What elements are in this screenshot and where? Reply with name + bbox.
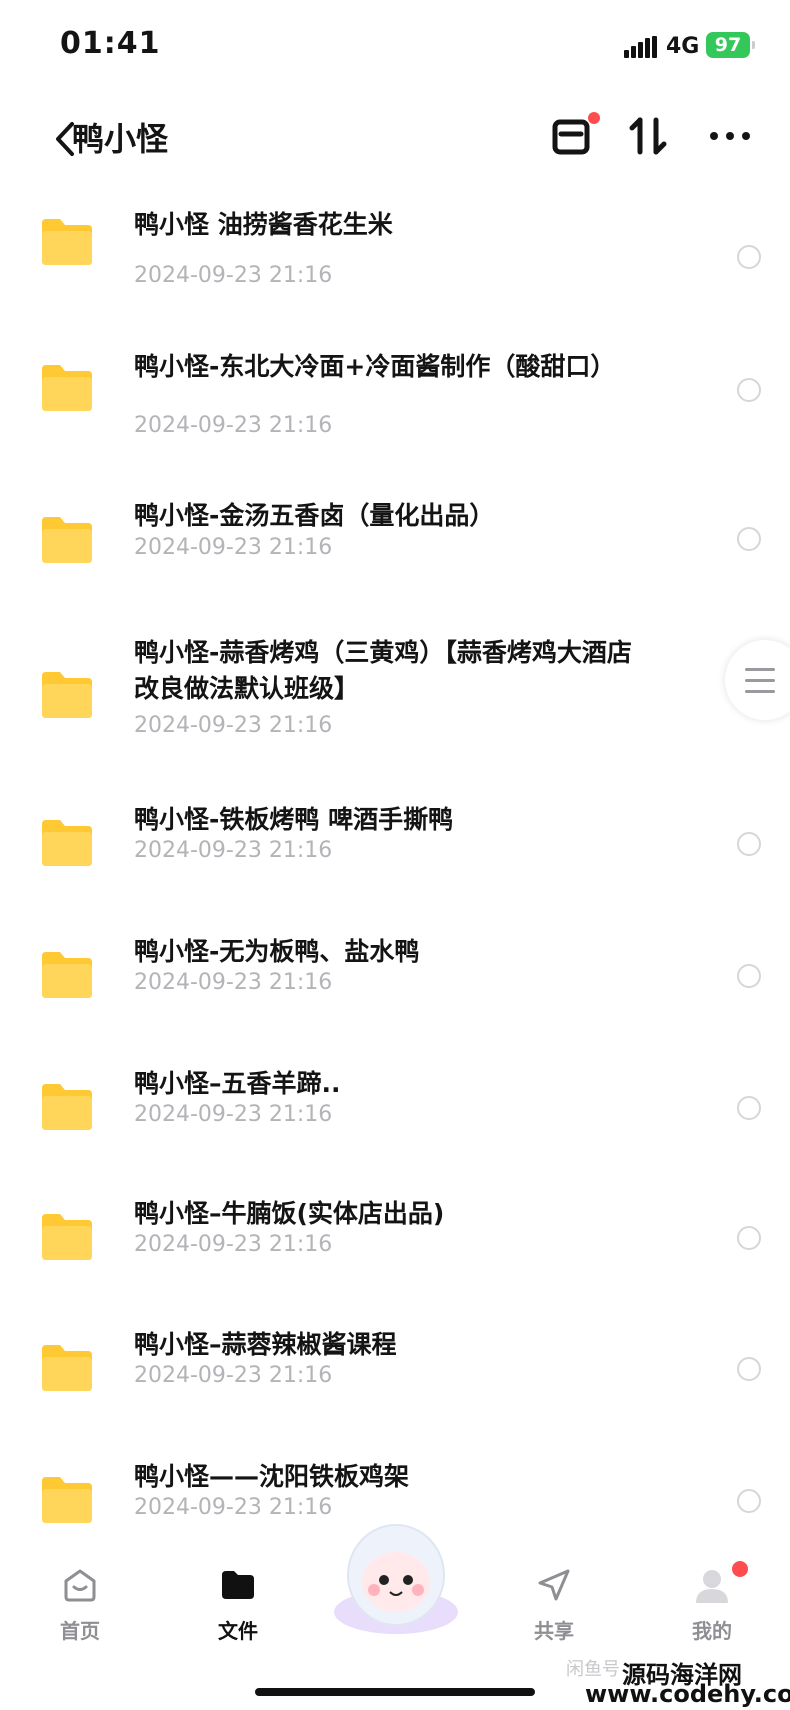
- select-checkbox[interactable]: [737, 964, 761, 988]
- select-checkbox[interactable]: [737, 832, 761, 856]
- file-date: 2024-09-23 21:16: [134, 263, 333, 288]
- select-checkbox[interactable]: [737, 527, 761, 551]
- sort-button[interactable]: [624, 108, 680, 164]
- transfer-list-button[interactable]: [546, 108, 602, 164]
- tab-label: 首页: [60, 1619, 100, 1643]
- nav-bar: 鸭小怪: [0, 100, 790, 180]
- file-name: 鸭小怪-无为板鸭、盐水鸭: [134, 937, 420, 966]
- folder-icon: [42, 219, 92, 265]
- file-name: 鸭小怪-铁板烤鸭 啤酒手撕鸭: [134, 805, 454, 834]
- folder-icon: [222, 1571, 254, 1599]
- file-name: 鸭小怪–五香羊蹄..: [134, 1069, 341, 1098]
- select-checkbox[interactable]: [737, 1357, 761, 1381]
- folder-icon: [42, 1084, 92, 1130]
- list-item[interactable]: 鸭小怪-金汤五香卤（量化出品） 2024-09-23 21:16: [0, 495, 790, 595]
- home-icon: [64, 1569, 96, 1602]
- file-date: 2024-09-23 21:16: [134, 970, 333, 995]
- tab-label: 我的: [692, 1619, 732, 1643]
- folder-icon: [42, 672, 92, 718]
- file-name: 鸭小怪 油捞酱香花生米: [134, 210, 393, 239]
- tab-me[interactable]: 我的: [652, 1545, 772, 1665]
- list-item[interactable]: 鸭小怪-无为板鸭、盐水鸭 2024-09-23 21:16: [0, 930, 790, 1030]
- folder-icon: [42, 1345, 92, 1391]
- more-icon: [710, 132, 750, 140]
- list-item[interactable]: 鸭小怪–五香羊蹄.. 2024-09-23 21:16: [0, 1060, 790, 1160]
- watermark-text: www.codehy.com: [585, 1680, 790, 1708]
- folder-icon: [42, 1477, 92, 1523]
- user-icon: [696, 1570, 728, 1603]
- tab-label: 文件: [218, 1619, 258, 1643]
- file-name: 鸭小怪-蒜香烤鸡（三黄鸡）【蒜香烤鸡大酒店改良做法默认班级】: [134, 638, 632, 703]
- select-checkbox[interactable]: [737, 1096, 761, 1120]
- file-date: 2024-09-23 21:16: [134, 1232, 333, 1257]
- notification-dot: [732, 1561, 748, 1577]
- tab-share[interactable]: 共享: [494, 1545, 614, 1665]
- battery-icon: 97: [706, 32, 755, 58]
- notification-dot: [588, 112, 600, 124]
- file-name: 鸭小怪——沈阳铁板鸡架: [134, 1462, 410, 1491]
- more-button[interactable]: [702, 108, 758, 164]
- select-checkbox[interactable]: [737, 1489, 761, 1513]
- assistant-mascot-button[interactable]: [326, 1520, 466, 1640]
- home-indicator: [255, 1688, 535, 1696]
- network-label: 4G: [666, 34, 700, 59]
- tab-files[interactable]: 文件: [178, 1545, 298, 1665]
- sort-icon: [629, 117, 667, 155]
- tab-label: 共享: [534, 1619, 574, 1643]
- select-checkbox[interactable]: [737, 245, 761, 269]
- file-date: 2024-09-23 21:16: [134, 713, 333, 738]
- list-item[interactable]: 鸭小怪-铁板烤鸭 啤酒手撕鸭 2024-09-23 21:16: [0, 800, 790, 900]
- folder-icon: [42, 517, 92, 563]
- file-name: 鸭小怪–牛腩饭(实体店出品): [134, 1199, 445, 1228]
- folder-icon: [42, 820, 92, 866]
- select-checkbox[interactable]: [737, 378, 761, 402]
- file-name: 鸭小怪-东北大冷面+冷面酱制作（酸甜口）: [134, 352, 616, 381]
- watermark-text: 闲鱼号: [566, 1659, 620, 1680]
- list-item[interactable]: 鸭小怪–蒜蓉辣椒酱课程 2024-09-23 21:16: [0, 1323, 790, 1423]
- folder-icon: [42, 952, 92, 998]
- file-date: 2024-09-23 21:16: [134, 413, 333, 438]
- list-item[interactable]: 鸭小怪 油捞酱香花生米 2024-09-23 21:16: [0, 195, 790, 295]
- file-date: 2024-09-23 21:16: [134, 535, 333, 560]
- file-date: 2024-09-23 21:16: [134, 1495, 333, 1520]
- list-item[interactable]: 鸭小怪-蒜香烤鸡（三黄鸡）【蒜香烤鸡大酒店改良做法默认班级】 2024-09-2…: [0, 635, 790, 765]
- tab-home[interactable]: 首页: [20, 1545, 140, 1665]
- status-time: 01:41: [60, 26, 161, 61]
- folder-icon: [42, 1214, 92, 1260]
- file-name: 鸭小怪-金汤五香卤（量化出品）: [134, 501, 495, 530]
- list-item[interactable]: 鸭小怪–牛腩饭(实体店出品) 2024-09-23 21:16: [0, 1192, 790, 1292]
- signal-icon: [624, 36, 658, 58]
- file-date: 2024-09-23 21:16: [134, 1363, 333, 1388]
- send-icon: [538, 1569, 570, 1601]
- file-name: 鸭小怪–蒜蓉辣椒酱课程: [134, 1330, 397, 1359]
- page-title: 鸭小怪: [72, 120, 169, 158]
- folder-icon: [42, 365, 92, 411]
- list-item[interactable]: 鸭小怪-东北大冷面+冷面酱制作（酸甜口） 2024-09-23 21:16: [0, 345, 790, 445]
- file-date: 2024-09-23 21:16: [134, 838, 333, 863]
- file-date: 2024-09-23 21:16: [134, 1102, 333, 1127]
- status-bar: 01:41 4G 97: [0, 0, 790, 90]
- select-checkbox[interactable]: [737, 1226, 761, 1250]
